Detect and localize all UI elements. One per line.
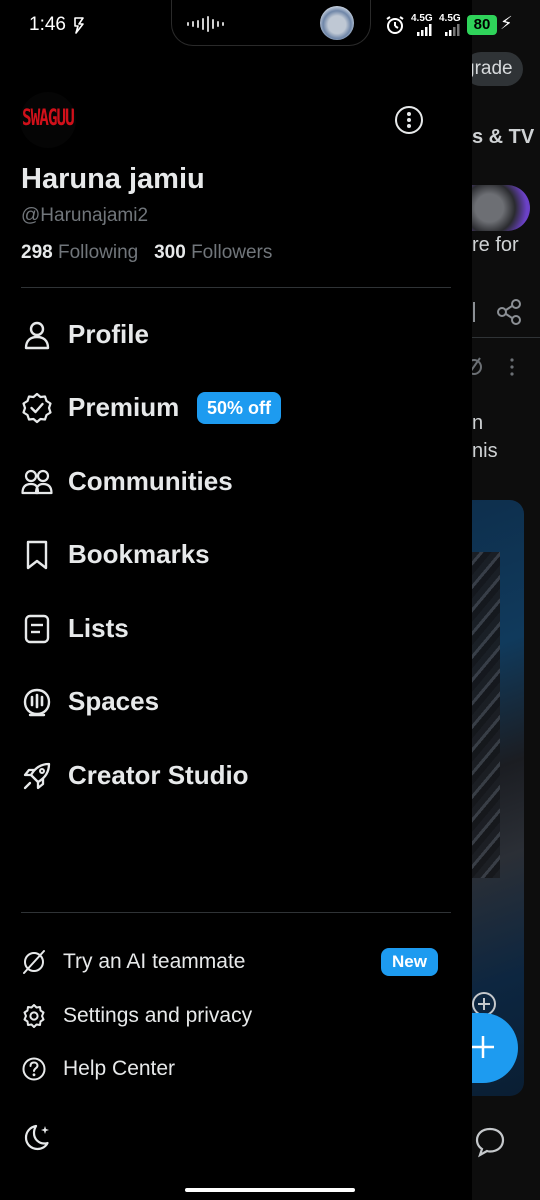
list-icon — [24, 614, 50, 644]
menu-item-settings-privacy[interactable]: Settings and privacy — [21, 994, 451, 1038]
header-divider — [21, 287, 451, 288]
menu-label: Communities — [68, 466, 233, 496]
feed-snippet: re for — [472, 234, 519, 256]
media-thumbnail[interactable] — [320, 6, 354, 40]
charging-icon: ⚡ — [500, 13, 513, 33]
followers-link[interactable]: 300 Followers — [154, 242, 272, 263]
menu-item-help-center[interactable]: Help Center — [21, 1047, 451, 1091]
gear-icon — [23, 1004, 45, 1028]
menu-item-ai-teammate[interactable]: Try an AI teammate New — [21, 940, 451, 984]
background-feed: grade s & TV re for n nis — [472, 0, 540, 1200]
new-badge: New — [381, 948, 438, 976]
rocket-icon — [23, 762, 51, 790]
menu-label: Creator Studio — [68, 760, 249, 790]
menu-item-premium[interactable]: Premium 50% off — [21, 380, 451, 436]
more-options-button[interactable] — [395, 106, 423, 134]
messages-icon[interactable] — [474, 1126, 508, 1158]
navigation-drawer: SWAGUU Haruna jamiu @Harunajami2 298 Fol… — [0, 0, 472, 1200]
menu-label: Bookmarks — [68, 539, 210, 569]
signal-icon — [445, 24, 460, 36]
verified-badge-icon — [22, 392, 52, 424]
network-type-2: 4.5G — [439, 13, 461, 24]
menu-item-profile[interactable]: Profile — [21, 307, 451, 363]
notification-icon — [74, 17, 84, 34]
dark-mode-icon[interactable] — [21, 1122, 53, 1152]
avatar-logo-text: SWAGUU — [22, 104, 75, 131]
person-icon — [24, 321, 50, 350]
discount-badge: 50% off — [197, 392, 282, 424]
menu-label: Spaces — [68, 686, 160, 716]
display-name[interactable]: Haruna jamiu — [21, 163, 205, 196]
people-icon — [21, 469, 53, 495]
following-label: Following — [57, 242, 139, 263]
microphone-icon — [23, 688, 51, 717]
following-count: 298 — [21, 242, 53, 263]
dynamic-island — [171, 0, 371, 46]
following-link[interactable]: 298 Following — [21, 242, 138, 263]
bookmark-icon — [26, 540, 48, 570]
upgrade-pill[interactable]: grade — [472, 52, 523, 86]
home-indicator[interactable] — [185, 1188, 355, 1192]
help-icon — [22, 1057, 46, 1081]
menu-item-creator-studio[interactable]: Creator Studio — [21, 748, 451, 804]
followers-count: 300 — [154, 242, 186, 263]
audio-wave-icon — [187, 16, 224, 32]
menu-label: Lists — [68, 613, 129, 643]
signal-icon — [417, 24, 432, 36]
feed-divider — [472, 337, 540, 338]
battery-level: 80 — [467, 15, 497, 35]
menu-label: Try an AI teammate — [63, 950, 246, 973]
follow-counts: 298 Following 300 Followers — [21, 242, 272, 264]
status-bar: 1:46 4.5G 4.5G 80 ⚡ — [0, 0, 540, 50]
menu-label: Profile — [68, 319, 149, 349]
profile-avatar[interactable]: SWAGUU — [20, 92, 76, 148]
status-time: 1:46 — [29, 14, 66, 35]
menu-label: Help Center — [63, 1057, 176, 1080]
tab-label[interactable]: s & TV — [472, 126, 534, 149]
feed-avatar — [472, 185, 530, 231]
ai-slash-icon — [23, 950, 45, 974]
feed-action-icons[interactable] — [472, 355, 526, 379]
menu-divider — [21, 912, 451, 913]
alarm-icon — [386, 16, 404, 34]
plus-icon — [472, 1036, 494, 1058]
menu-item-communities[interactable]: Communities — [21, 454, 451, 510]
user-handle: @Harunajami2 — [21, 205, 149, 226]
share-icon[interactable] — [472, 298, 530, 328]
network-type-1: 4.5G — [411, 13, 433, 24]
menu-item-bookmarks[interactable]: Bookmarks — [21, 527, 451, 583]
menu-item-spaces[interactable]: Spaces — [21, 674, 451, 730]
followers-label: Followers — [191, 242, 273, 263]
feed-snippet: n — [472, 412, 484, 434]
feed-snippet: nis — [472, 440, 498, 462]
menu-item-lists[interactable]: Lists — [21, 601, 451, 657]
menu-label: Premium — [68, 392, 180, 422]
menu-label: Settings and privacy — [63, 1004, 253, 1027]
